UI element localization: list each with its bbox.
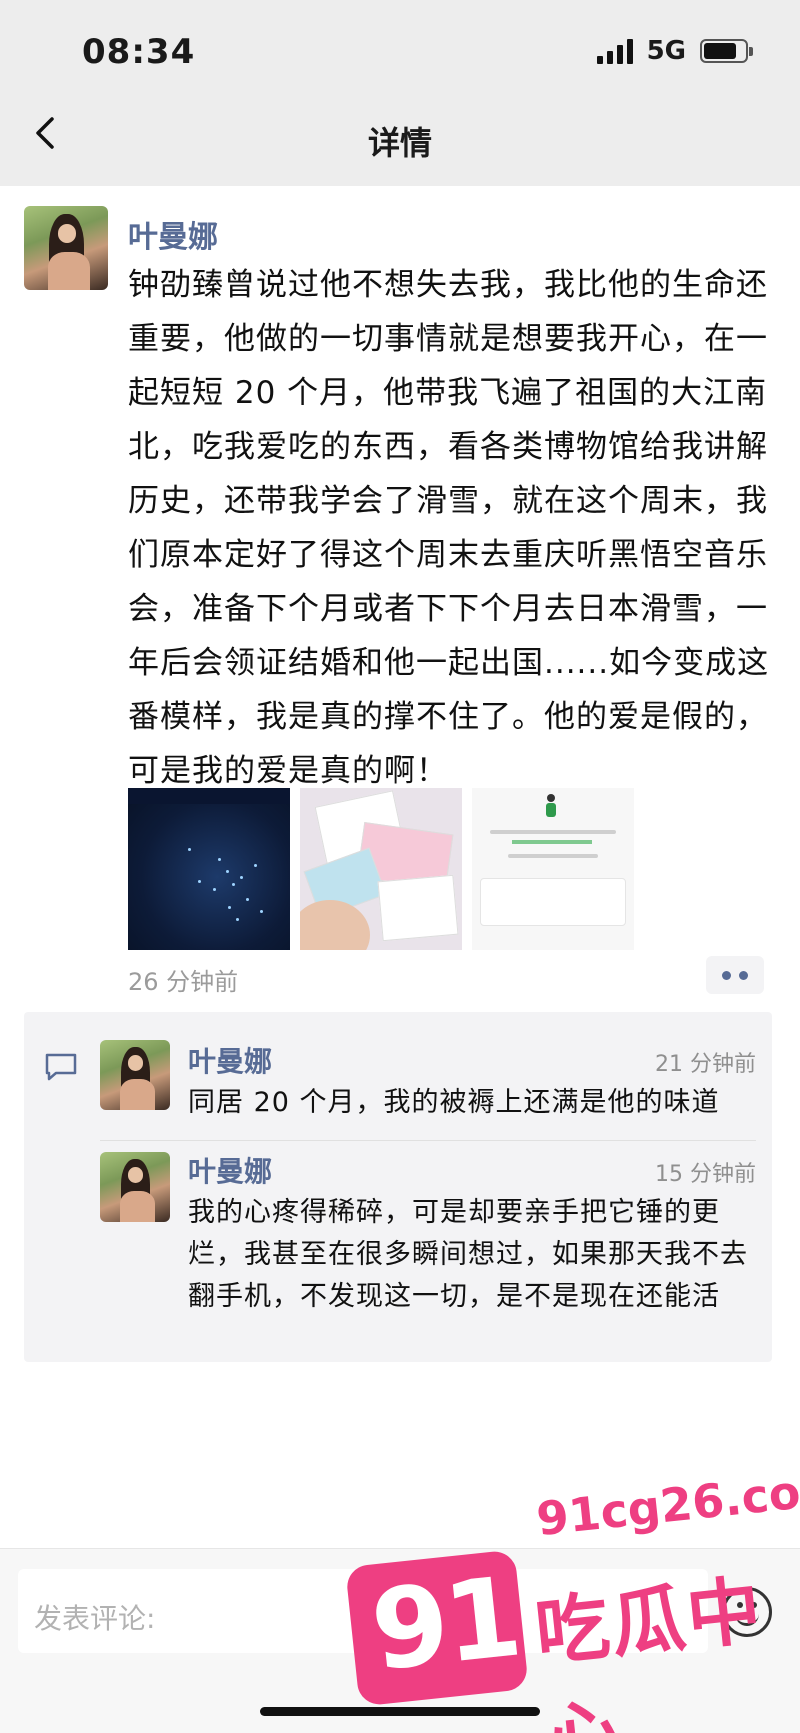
network-type: 5G	[646, 36, 686, 66]
photo-tickets[interactable]	[300, 788, 462, 950]
comment-text: 我的心疼得稀碎，可是却要亲手把它锤的更烂，我甚至在很多瞬间想过，如果那天我不去翻…	[188, 1197, 748, 1312]
comment-time: 21 分钟前	[655, 1052, 756, 1077]
comment-bubble-icon	[45, 1053, 77, 1081]
comment-avatar[interactable]	[100, 1040, 170, 1110]
photo-app-screenshot[interactable]	[472, 788, 634, 950]
home-indicator	[260, 1707, 540, 1716]
page-title: 详情	[367, 124, 432, 162]
top-bar: 08:34 5G 详情	[0, 0, 800, 186]
battery-icon	[700, 39, 753, 63]
comments-section: 叶曼娜 21 分钟前 同居 20 个月，我的被褥上还满是他的味道 叶曼娜 15 …	[24, 1012, 772, 1362]
photo-map-screenshot[interactable]	[128, 788, 290, 950]
author-name[interactable]: 叶曼娜	[128, 212, 218, 256]
signal-icon	[596, 38, 633, 64]
comment-text: 同居 20 个月，我的被褥上还满是他的味道	[188, 1087, 720, 1118]
status-time: 08:34	[82, 32, 196, 72]
comment-avatar[interactable]	[100, 1152, 170, 1222]
post-time: 26 分钟前	[128, 968, 239, 996]
comment-divider	[100, 1140, 756, 1141]
page: 08:34 5G 详情 叶曼娜 钟劭臻曾说过他不想失去我，我比他的生命还重要，他…	[0, 0, 800, 1733]
post-text: 钟劭臻曾说过他不想失去我，我比他的生命还重要，他做的一切事情就是想要我开心，在一…	[128, 267, 770, 789]
more-actions-button[interactable]	[706, 956, 764, 994]
comment-author[interactable]: 叶曼娜	[188, 1150, 272, 1190]
watermark-url: 91cg26.com	[534, 1459, 800, 1547]
comment-time: 15 分钟前	[655, 1162, 756, 1187]
photo-grid	[128, 788, 634, 950]
author-avatar[interactable]	[24, 206, 108, 290]
comment-author[interactable]: 叶曼娜	[188, 1040, 272, 1080]
watermark-text: 吃瓜中心	[531, 1567, 768, 1733]
watermark-number: 91	[365, 1552, 524, 1696]
status-icons: 5G	[596, 36, 753, 66]
